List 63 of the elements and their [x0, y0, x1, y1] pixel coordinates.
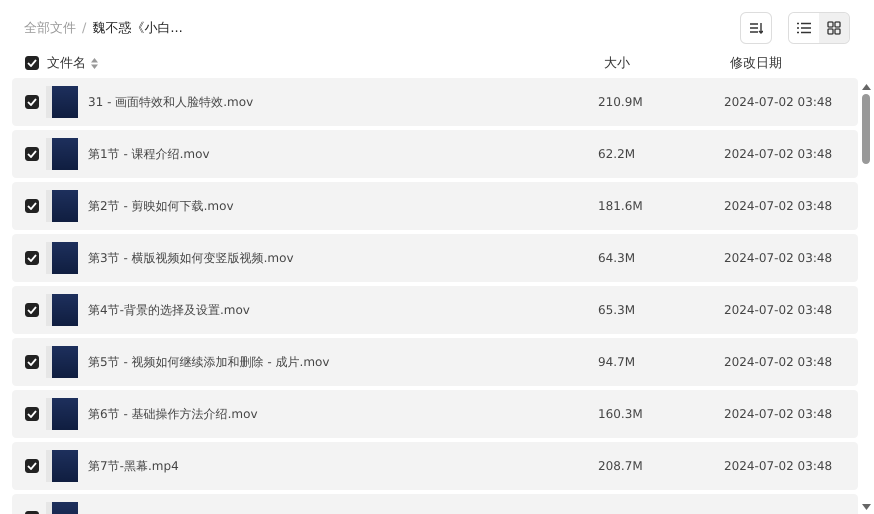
- file-date: 2024-07-02 03:48: [724, 199, 832, 213]
- column-header: 大小: [604, 55, 631, 72]
- sort-button[interactable]: [740, 12, 772, 44]
- video-thumbnail-placeholder: [46, 294, 78, 326]
- file-row[interactable]: 第6节 - 基础操作方法介绍.mov 160.3M 2024-07-02 03:48: [12, 390, 858, 438]
- file-size: 160.3M: [598, 407, 644, 421]
- scroll-up-icon[interactable]: [862, 84, 870, 90]
- sort-icon: [749, 21, 763, 35]
- video-thumbnail-placeholder: [46, 450, 78, 482]
- file-name: 第4节-背景的选择及设置.mov: [88, 302, 251, 318]
- file-row[interactable]: 第1节 - 课程介绍.mov 62.2M 2024-07-02 03:48: [12, 130, 858, 178]
- file-row[interactable]: 31 - 画面特效和人脸特效.mov 210.9M 2024-07-02 03:48: [12, 78, 858, 126]
- row-checkbox[interactable]: [25, 147, 39, 161]
- file-row[interactable]: 第7节-黑幕.mp4 208.7M 2024-07-02 03:48: [12, 442, 858, 490]
- file-date: 2024-07-02 03:48: [724, 251, 832, 265]
- video-thumbnail-placeholder: [46, 190, 78, 222]
- file-date: 2024-07-02 03:48: [724, 147, 832, 161]
- file-date: 2024-07-02 03:48: [724, 407, 832, 421]
- file-name: 第5节 - 视频如何继续添加和删除 - 成片.mov: [88, 354, 330, 370]
- grid-icon: [827, 21, 841, 35]
- column-header[interactable]: 文件名: [47, 54, 86, 72]
- scrollbar-thumb[interactable]: [862, 94, 870, 164]
- file-size: 181.6M: [598, 199, 644, 213]
- row-checkbox[interactable]: [25, 199, 39, 213]
- file-date: 2024-07-02 03:48: [724, 459, 832, 473]
- file-size: 210.9M: [598, 95, 644, 109]
- file-name: 第1节 - 课程介绍.mov: [88, 146, 211, 162]
- row-checkbox[interactable]: [25, 407, 39, 421]
- file-row[interactable]: 第5节 - 视频如何继续添加和删除 - 成片.mov 94.7M 2024-07-02 03:48: [12, 338, 858, 386]
- row-checkbox[interactable]: [25, 355, 39, 369]
- file-size: 64.3M: [598, 251, 636, 265]
- file-name: 第7节-黑幕.mp4: [88, 458, 180, 474]
- file-name: 第2节 - 剪映如何下载.mov: [88, 198, 235, 214]
- file-size: 65.3M: [598, 303, 636, 317]
- grid-view-button[interactable]: [819, 13, 849, 43]
- file-date: 2024-07-02 03:48: [724, 355, 832, 369]
- file-name: 31 - 画面特效和人脸特效.mov: [88, 94, 254, 110]
- file-row[interactable]: 第2节 - 剪映如何下载.mov 181.6M 2024-07-02 03:48: [12, 182, 858, 230]
- file-name: 第6节 - 基础操作方法介绍.mov: [88, 406, 259, 422]
- video-thumbnail-placeholder: [46, 138, 78, 170]
- row-checkbox[interactable]: [25, 303, 39, 317]
- file-date: 2024-07-02 03:48: [724, 303, 832, 317]
- row-checkbox[interactable]: [25, 95, 39, 109]
- sort-arrows-icon[interactable]: [91, 58, 98, 68]
- file-size: 208.7M: [598, 459, 644, 473]
- file-name: 第3节 - 横版视频如何变竖版视频.mov: [88, 250, 295, 266]
- file-row[interactable]: 第3节 - 横版视频如何变竖版视频.mov 64.3M 2024-07-02 03:48: [12, 234, 858, 282]
- file-date: 2024-07-02 03:48: [724, 95, 832, 109]
- file-row[interactable]: 第4节-背景的选择及设置.mov 65.3M 2024-07-02 03:48: [12, 286, 858, 334]
- file-size: 94.7M: [598, 355, 636, 369]
- video-thumbnail-placeholder: [46, 86, 78, 118]
- breadcrumb-current: 魏不惑《小白...: [92, 20, 183, 37]
- column-header: 修改日期: [730, 55, 782, 72]
- row-checkbox[interactable]: [25, 251, 39, 265]
- row-checkbox[interactable]: [25, 459, 39, 473]
- breadcrumb-separator: /: [82, 20, 86, 36]
- select-all-checkbox[interactable]: [25, 56, 39, 70]
- video-thumbnail-placeholder: [46, 242, 78, 274]
- list-icon: [797, 22, 811, 34]
- file-size: 62.2M: [598, 147, 636, 161]
- video-thumbnail-placeholder: [46, 398, 78, 430]
- video-thumbnail-placeholder: [46, 346, 78, 378]
- scroll-down-icon[interactable]: [862, 504, 870, 510]
